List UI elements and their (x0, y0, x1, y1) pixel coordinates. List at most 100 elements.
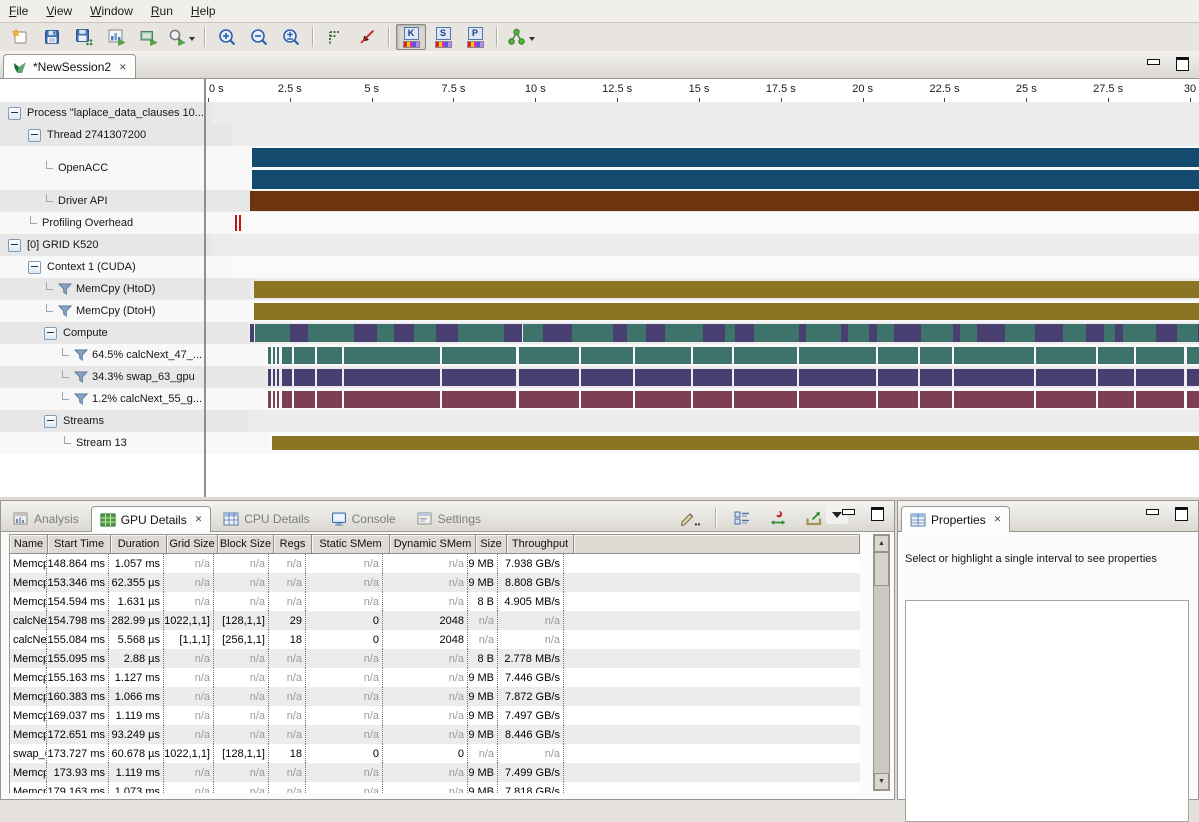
cell-start-time[interactable]: 148.864 ms (47, 554, 109, 573)
interval-segment[interactable] (877, 324, 895, 342)
cell-throughput[interactable]: 7.818 GB/s (498, 782, 564, 793)
close-tab-icon[interactable]: ✕ (195, 514, 203, 525)
stream-color-button[interactable]: S (428, 24, 458, 50)
cell-dynamic-smem[interactable]: n/a (383, 706, 468, 725)
cell-grid-size[interactable]: n/a (164, 592, 214, 611)
new-session-button[interactable] (5, 24, 35, 50)
cell-size[interactable]: 9 MB (468, 687, 498, 706)
column-header-size[interactable]: Size (476, 535, 507, 554)
cell-start-time[interactable]: 173.93 ms (47, 763, 109, 782)
cell-static-smem[interactable]: n/a (306, 573, 383, 592)
cell-duration[interactable]: 1.631 µs (109, 592, 164, 611)
cell-duration[interactable]: 282.99 µs (109, 611, 164, 630)
interval-segment[interactable] (1036, 369, 1096, 386)
interval-segment[interactable] (1063, 324, 1086, 342)
cell-dynamic-smem[interactable]: n/a (383, 573, 468, 592)
interval-segment[interactable] (1136, 369, 1185, 386)
interval-segment[interactable] (1005, 324, 1035, 342)
interval-segment[interactable] (1104, 324, 1116, 342)
cell-dynamic-smem[interactable]: n/a (383, 782, 468, 793)
cell-name[interactable]: Memcpy (10, 725, 47, 744)
cell-throughput[interactable]: 7.497 GB/s (498, 706, 564, 725)
track-driver-api[interactable] (250, 190, 1199, 212)
cell-block-size[interactable]: n/a (214, 763, 269, 782)
cell-size[interactable]: 9 MB (468, 554, 498, 573)
search-button[interactable] (165, 24, 198, 50)
column-header-grid-size[interactable]: Grid Size (167, 535, 218, 554)
row-label-cell[interactable]: Profiling Overhead (0, 212, 234, 234)
cell-duration[interactable]: 93.249 µs (109, 725, 164, 744)
interval-segment[interactable] (869, 324, 877, 342)
interval-segment[interactable] (878, 347, 918, 364)
interval-segment[interactable] (442, 369, 516, 386)
interval-segment[interactable] (308, 324, 354, 342)
interval-segment[interactable] (282, 391, 292, 408)
interval-segment[interactable] (953, 324, 960, 342)
interval-segment[interactable] (255, 324, 290, 342)
interval-segment[interactable] (1036, 347, 1096, 364)
track-1-2-calcnext-55-g[interactable] (266, 388, 1199, 410)
interval-segment[interactable] (254, 281, 1199, 298)
cell-name[interactable]: calcNext (10, 630, 47, 649)
cell-throughput[interactable]: n/a (498, 630, 564, 649)
cell-name[interactable]: Memcpy (10, 573, 47, 592)
cell-grid-size[interactable]: [1022,1,1] (164, 744, 214, 763)
cell-duration[interactable]: 1.073 ms (109, 782, 164, 793)
menu-window[interactable]: Window (81, 1, 142, 21)
tab-gpu-details[interactable]: GPU Details✕ (91, 506, 212, 532)
cell-size[interactable]: n/a (468, 744, 498, 763)
column-header-static-smem[interactable]: Static SMem (312, 535, 390, 554)
row-label-cell[interactable]: Context 1 (CUDA) (0, 256, 232, 278)
cell-size[interactable]: 9 MB (468, 668, 498, 687)
cell-size[interactable]: n/a (468, 630, 498, 649)
interval-segment[interactable] (954, 391, 1033, 408)
row-label-cell[interactable]: 1.2% calcNext_55_g... (0, 388, 266, 410)
track-thread-2741307200[interactable] (232, 124, 1199, 146)
interval-segment[interactable] (1187, 347, 1199, 364)
track-34-3-swap-63-gpu[interactable] (266, 366, 1199, 388)
interval-segment[interactable] (282, 369, 292, 386)
cell-throughput[interactable]: 8.808 GB/s (498, 573, 564, 592)
interval-segment[interactable] (504, 324, 522, 342)
cell-dynamic-smem[interactable]: n/a (383, 763, 468, 782)
cell-dynamic-smem[interactable]: n/a (383, 554, 468, 573)
interval-segment[interactable] (734, 369, 797, 386)
column-header-duration[interactable]: Duration (111, 535, 167, 554)
cell-start-time[interactable]: 179.163 ms (47, 782, 109, 793)
focus-selection-button[interactable] (763, 505, 793, 531)
cell-start-time[interactable]: 169.037 ms (47, 706, 109, 725)
column-header-regs[interactable]: Regs (274, 535, 312, 554)
cell-block-size[interactable]: n/a (214, 725, 269, 744)
cell-dynamic-smem[interactable]: n/a (383, 725, 468, 744)
interval-segment[interactable] (848, 324, 869, 342)
table-scrollbar[interactable]: ▲ ▼ (873, 534, 890, 791)
cell-throughput[interactable]: 4.905 MB/s (498, 592, 564, 611)
cell-throughput[interactable]: n/a (498, 611, 564, 630)
interval-segment[interactable] (581, 369, 632, 386)
filter-icon[interactable] (74, 393, 88, 405)
cell-static-smem[interactable]: n/a (306, 763, 383, 782)
minimize-icon[interactable] (842, 509, 855, 515)
interval-segment[interactable] (799, 347, 876, 364)
interval-segment[interactable] (344, 347, 440, 364)
interval-segment[interactable] (921, 324, 953, 342)
interval-segment[interactable] (442, 347, 516, 364)
interval-segment[interactable] (1177, 324, 1197, 342)
fit-timeline-button[interactable] (320, 24, 350, 50)
menu-run[interactable]: Run (142, 1, 182, 21)
cell-grid-size[interactable]: [1022,1,1] (164, 611, 214, 630)
filter-icon[interactable] (58, 283, 72, 295)
cell-grid-size[interactable]: n/a (164, 782, 214, 793)
table-row[interactable]: Memcpy155.163 ms1.127 msn/an/an/an/an/a9… (10, 668, 860, 687)
cell-duration[interactable]: 2.88 µs (109, 649, 164, 668)
cell-name[interactable]: Memcpy (10, 554, 47, 573)
table-row[interactable]: Memcpy172.651 ms93.249 µsn/an/an/an/an/a… (10, 725, 860, 744)
table-row[interactable]: Memcpy155.095 ms2.88 µsn/an/an/an/an/a8 … (10, 649, 860, 668)
export-button[interactable] (799, 505, 829, 531)
cell-throughput[interactable]: 2.778 MB/s (498, 649, 564, 668)
cell-size[interactable]: 9 MB (468, 725, 498, 744)
scroll-down-icon[interactable]: ▼ (874, 773, 889, 790)
interval-segment[interactable] (239, 215, 241, 231)
interval-segment[interactable] (1098, 391, 1133, 408)
interval-segment[interactable] (734, 347, 797, 364)
